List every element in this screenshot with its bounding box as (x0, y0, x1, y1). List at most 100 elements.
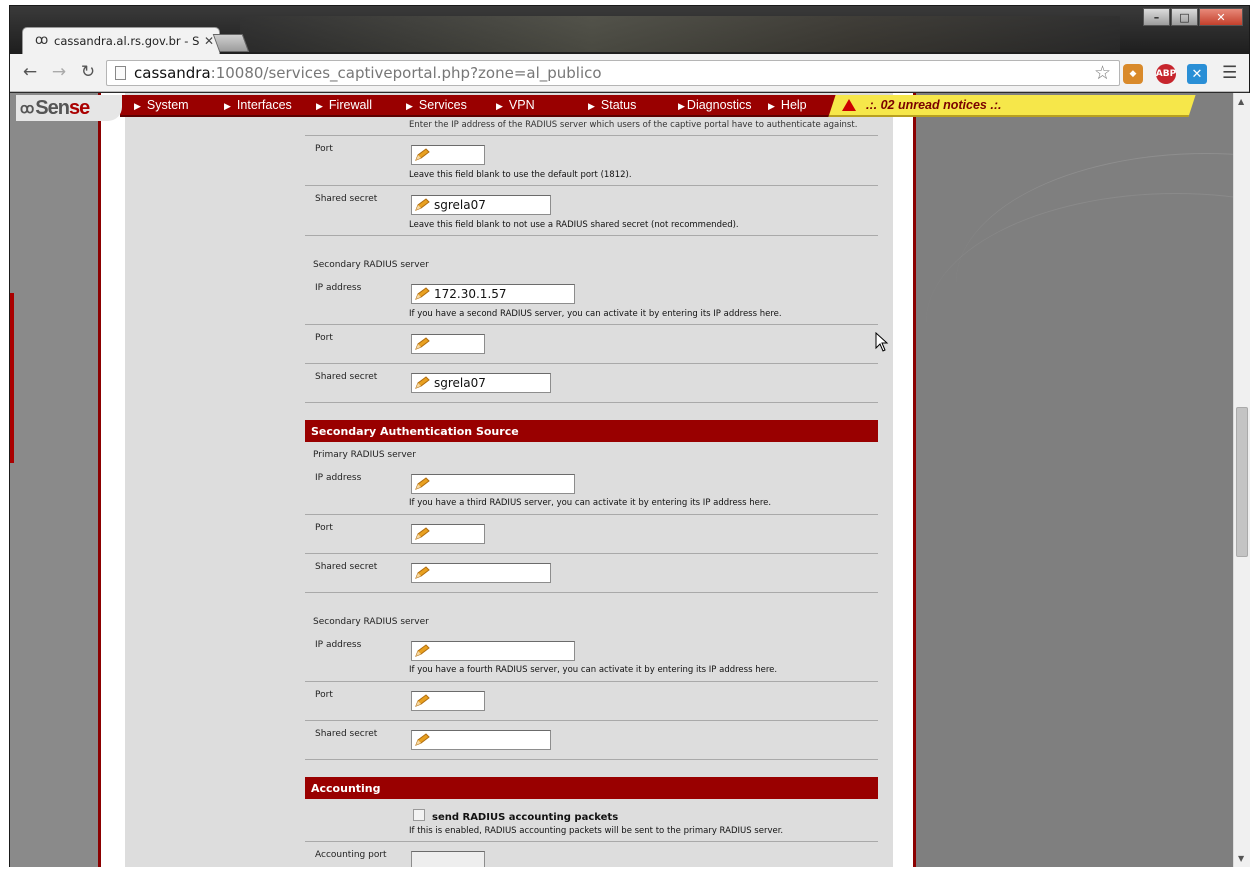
firefox-like-extension-icon[interactable]: ◆ (1123, 64, 1143, 84)
row-divider (305, 514, 878, 515)
accounting-checkbox[interactable] (413, 809, 425, 821)
pfsense-menubar: ꝏ Sen se ▶ System ▶ Interfaces ▶ Firewall ▶ Se… (10, 93, 1200, 121)
fourth-ip-input[interactable] (411, 641, 575, 661)
pfsense-logo[interactable]: ꝏ Sen se (16, 95, 122, 121)
menu-arrow-icon: ▶ (588, 101, 595, 111)
secondary-port-input[interactable] (411, 334, 485, 354)
window-controls: – □ ✕ (1142, 8, 1243, 26)
logo-text-a: Sen (35, 96, 70, 119)
menu-status[interactable]: ▶ Status (588, 98, 636, 112)
menu-arrow-icon: ▶ (768, 101, 775, 111)
right-background (916, 93, 1233, 867)
fourth-secret-input[interactable] (411, 730, 551, 750)
background-curve (926, 193, 1233, 453)
menu-label: Interfaces (236, 98, 292, 112)
third-secret-input[interactable] (411, 563, 551, 583)
secondary-auth-heading: Secondary Authentication Source (305, 420, 878, 442)
menu-arrow-icon: ▶ (316, 101, 323, 111)
menu-label: System (146, 98, 189, 112)
secondary-ip-hint: If you have a second RADIUS server, you … (409, 309, 782, 319)
row-divider (305, 135, 878, 136)
third-ip-input[interactable] (411, 474, 575, 494)
accounting-port-input[interactable] (411, 851, 485, 867)
row-divider (305, 324, 878, 325)
row-divider (305, 402, 878, 403)
chrome-menu-icon[interactable]: ☰ (1222, 63, 1237, 83)
primary-port-input[interactable] (411, 145, 485, 165)
third-radius-title: Primary RADIUS server (313, 450, 416, 460)
browser-toolbar: ← → ↻ cassandra:10080/services_captivepo… (10, 54, 1249, 92)
primary-port-label: Port (315, 144, 333, 154)
notice-text[interactable]: .:. 02 unread notices .:. (842, 98, 1001, 112)
radius-ip-hint: Enter the IP address of the RADIUS serve… (409, 120, 858, 130)
primary-secret-label: Shared secret (315, 194, 378, 204)
maximize-button[interactable]: □ (1171, 8, 1198, 26)
browser-tab[interactable]: ꝏ cassandra.al.rs.gov.br - Se ✕ (22, 27, 220, 54)
pencil-icon (415, 148, 431, 162)
address-bar[interactable]: cassandra:10080/services_captiveportal.p… (106, 60, 1120, 86)
secondary-ip-input[interactable]: 172.30.1.57 (411, 284, 575, 304)
browser-window: – □ ✕ ꝏ cassandra.al.rs.gov.br - Se ✕ ← … (9, 5, 1250, 867)
close-window-button[interactable]: ✕ (1199, 8, 1243, 26)
field-value: sgrela07 (434, 376, 486, 390)
fourth-port-input[interactable] (411, 691, 485, 711)
secondary-secret-input[interactable]: sgrela07 (411, 373, 551, 393)
left-background (10, 93, 100, 867)
forward-arrow-icon[interactable]: → (48, 62, 70, 82)
new-tab-button[interactable] (212, 34, 250, 52)
url-host: cassandra (134, 64, 211, 82)
row-divider (305, 235, 878, 236)
third-ip-hint: If you have a third RADIUS server, you c… (409, 498, 772, 508)
menu-label: Services (418, 98, 467, 112)
menu-system[interactable]: ▶ System (134, 98, 189, 112)
pfsense-favicon-icon: ꝏ (35, 33, 49, 48)
tab-title: cassandra.al.rs.gov.br - Se (54, 34, 200, 48)
accounting-heading: Accounting (305, 777, 878, 799)
accounting-hint: If this is enabled, RADIUS accounting pa… (409, 826, 784, 836)
menu-services[interactable]: ▶ Services (406, 98, 467, 112)
fourth-radius-title: Secondary RADIUS server (313, 617, 429, 627)
pencil-icon (415, 694, 431, 708)
adblock-plus-icon[interactable]: ABP (1156, 64, 1176, 84)
row-divider (305, 553, 878, 554)
row-divider (305, 363, 878, 364)
extension-x-icon[interactable]: ✕ (1187, 64, 1207, 84)
menu-vpn[interactable]: ▶ VPN (496, 98, 535, 112)
scroll-down-arrow-icon[interactable]: ▼ (1238, 854, 1244, 863)
menu-firewall[interactable]: ▶ Firewall (316, 98, 372, 112)
vertical-scrollbar[interactable]: ▲ ▼ (1233, 93, 1250, 867)
logo-text-b: se (68, 96, 90, 119)
pencil-icon (415, 527, 431, 541)
pencil-icon (415, 198, 431, 212)
accounting-checkbox-label[interactable]: send RADIUS accounting packets (432, 812, 618, 823)
row-divider (305, 841, 878, 842)
left-red-edge (10, 293, 14, 463)
menu-arrow-icon: ▶ (224, 101, 231, 111)
pencil-icon (415, 337, 431, 351)
scrollbar-thumb[interactable] (1236, 407, 1248, 557)
bookmark-star-icon[interactable]: ☆ (1094, 62, 1111, 84)
menu-arrow-icon: ▶ (134, 101, 141, 111)
scroll-up-arrow-icon[interactable]: ▲ (1238, 97, 1244, 106)
row-divider (305, 759, 878, 760)
page-viewport: ꝏ Sen se ▶ System ▶ Interfaces ▶ Firewall ▶ Se… (10, 93, 1233, 867)
fourth-port-label: Port (315, 690, 333, 700)
secondary-ip-label: IP address (315, 283, 362, 293)
field-value: sgrela07 (434, 198, 486, 212)
pencil-icon (415, 566, 431, 580)
minimize-button[interactable]: – (1143, 8, 1170, 26)
menu-interfaces[interactable]: ▶ Interfaces (224, 98, 292, 112)
notice-label: .:. 02 unread notices .:. (866, 98, 1002, 112)
pencil-icon (415, 477, 431, 491)
primary-secret-input[interactable]: sgrela07 (411, 195, 551, 215)
menu-help[interactable]: ▶ Help (768, 98, 807, 112)
fourth-ip-label: IP address (315, 640, 362, 650)
pencil-icon (415, 376, 431, 390)
third-secret-label: Shared secret (315, 562, 378, 572)
reload-icon[interactable]: ↻ (77, 62, 99, 82)
back-arrow-icon[interactable]: ← (19, 62, 41, 82)
primary-port-hint: Leave this field blank to use the defaul… (409, 170, 632, 180)
pencil-icon (415, 287, 431, 301)
third-port-input[interactable] (411, 524, 485, 544)
menu-diagnostics[interactable]: ▶ Diagnostics (678, 98, 752, 112)
